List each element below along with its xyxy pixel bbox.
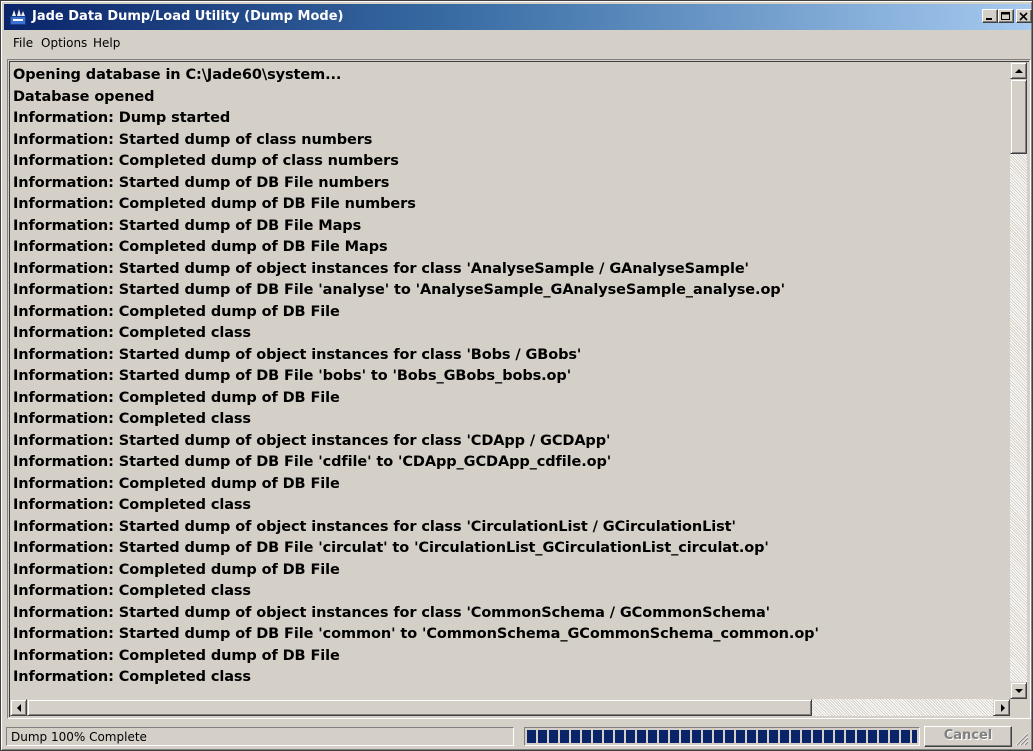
log-view[interactable]: Opening database in C:\Jade60\system... D…: [9, 61, 1029, 717]
log-line: Information: Completed dump of DB File M…: [13, 239, 388, 255]
scroll-left-button[interactable]: [10, 699, 27, 716]
window-title: Jade Data Dump/Load Utility (Dump Mode): [32, 9, 344, 24]
log-line: Information: Started dump of DB File Map…: [13, 217, 362, 234]
scroll-right-button[interactable]: [993, 699, 1010, 716]
menu-file[interactable]: File: [13, 36, 33, 50]
log-lines: Opening database in C:\Jade60\system... D…: [13, 65, 1008, 695]
log-line: Information: Dump started: [13, 110, 231, 126]
arrow-down-icon: [1015, 689, 1023, 693]
log-line: Information: Completed dump of DB File: [13, 561, 340, 578]
log-line: Information: Started dump of DB File 'bo…: [13, 368, 572, 384]
arrow-up-icon: [1015, 69, 1023, 73]
log-line: Information: Started dump of class numbe…: [13, 131, 373, 148]
vertical-scroll-thumb[interactable]: [1010, 79, 1027, 154]
log-line: Information: Completed dump of DB File: [13, 475, 340, 492]
log-line: Information: Completed class: [13, 325, 251, 341]
maximize-button[interactable]: [998, 9, 1014, 23]
vertical-scrollbar[interactable]: [1010, 62, 1027, 699]
log-line: Information: Completed class: [13, 669, 251, 685]
menu-options[interactable]: Options: [41, 36, 87, 50]
horizontal-scroll-thumb[interactable]: [27, 699, 812, 716]
log-line: Information: Completed dump of DB File: [13, 303, 340, 320]
log-line: Information: Started dump of object inst…: [13, 346, 582, 363]
log-line: Information: Completed dump of DB File: [13, 647, 340, 664]
status-panel: Dump 100% Complete: [6, 727, 514, 746]
log-line: Information: Started dump of object inst…: [13, 432, 611, 449]
arrow-left-icon: [17, 704, 21, 712]
log-line: Information: Started dump of DB File 'ci…: [13, 540, 769, 556]
menu-help[interactable]: Help: [93, 36, 120, 50]
arrow-right-icon: [1001, 704, 1005, 712]
minimize-icon: [986, 18, 992, 20]
log-line: Information: Completed class: [13, 497, 251, 513]
resize-grip-icon[interactable]: [1015, 732, 1029, 746]
minimize-button[interactable]: [982, 9, 998, 23]
log-panel: Opening database in C:\Jade60\system... D…: [7, 59, 1031, 719]
log-line: Information: Started dump of object inst…: [13, 518, 736, 535]
log-line: Information: Started dump of DB File 'co…: [13, 626, 819, 642]
scroll-down-button[interactable]: [1010, 682, 1027, 699]
log-line: Database opened: [13, 88, 155, 105]
close-button[interactable]: [1016, 9, 1032, 23]
log-line: Information: Started dump of object inst…: [13, 604, 771, 621]
status-bar: Dump 100% Complete Cancel: [4, 726, 1031, 749]
main-window: Jade Data Dump/Load Utility (Dump Mode) …: [0, 0, 1033, 751]
log-line: Information: Completed dump of class num…: [13, 153, 399, 169]
log-line: Information: Started dump of DB File 'an…: [13, 282, 785, 298]
horizontal-scrollbar[interactable]: [10, 699, 1010, 716]
log-line: Information: Completed class: [13, 411, 251, 427]
cancel-button[interactable]: Cancel: [924, 726, 1012, 747]
progress-fill: [527, 730, 917, 743]
close-icon: [1019, 12, 1028, 21]
menu-bar: File Options Help: [4, 31, 1031, 53]
maximize-icon: [1001, 12, 1010, 20]
scrollbar-corner: [1010, 699, 1027, 716]
status-text: Dump 100% Complete: [11, 730, 147, 744]
scroll-up-button[interactable]: [1010, 62, 1027, 79]
log-line: Information: Completed dump of DB File n…: [13, 196, 416, 212]
log-line: Information: Started dump of DB File 'cd…: [13, 454, 612, 470]
log-line: Information: Completed dump of DB File: [13, 389, 340, 406]
log-line: Information: Started dump of object inst…: [13, 260, 749, 277]
log-line: Information: Completed class: [13, 583, 251, 599]
title-bar[interactable]: Jade Data Dump/Load Utility (Dump Mode): [4, 4, 1032, 30]
jade-app-icon[interactable]: [9, 8, 27, 26]
progress-bar: [524, 727, 920, 746]
log-line: Opening database in C:\Jade60\system...: [13, 67, 342, 83]
log-line: Information: Started dump of DB File num…: [13, 174, 390, 191]
